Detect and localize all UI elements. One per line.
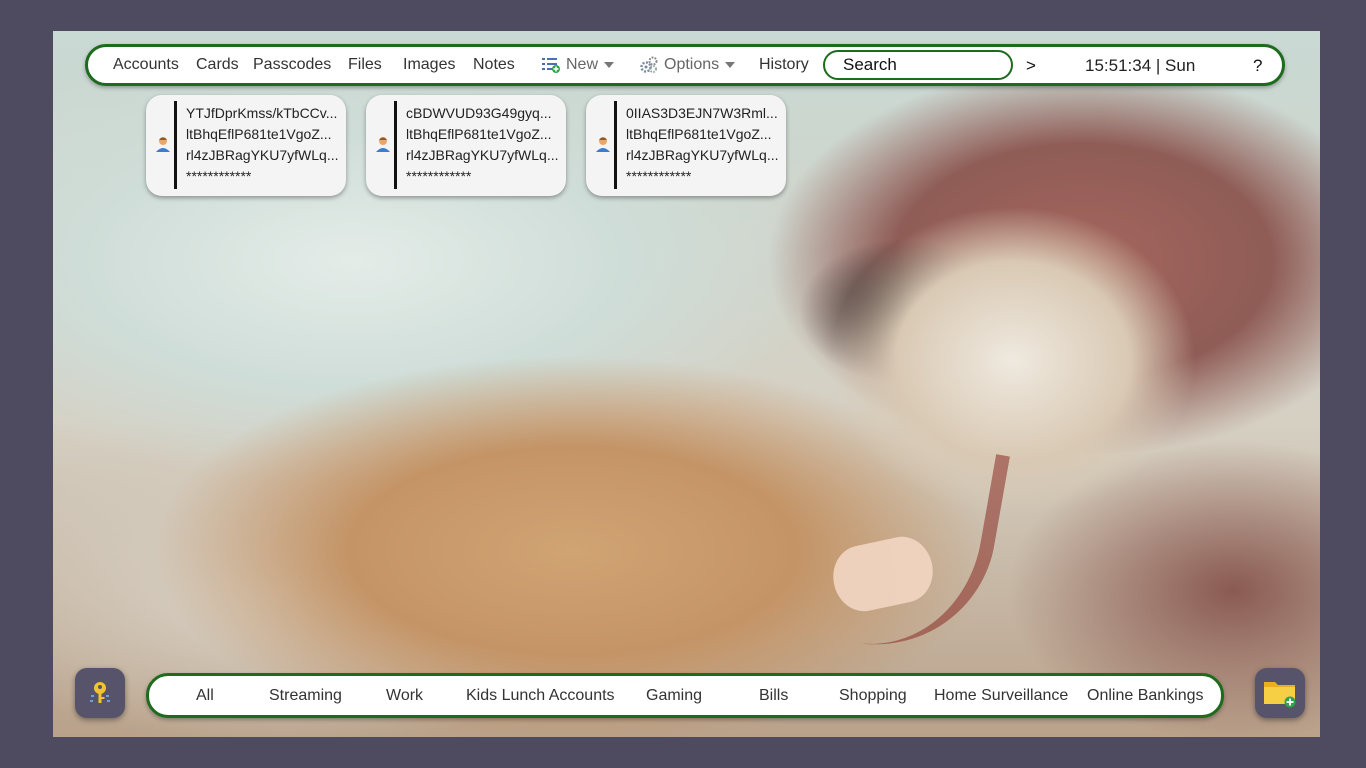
chevron-down-icon [725, 62, 736, 68]
list-add-icon [542, 57, 560, 73]
help-button[interactable]: ? [1253, 56, 1262, 76]
card-username: ltBhqEflP681te1VgoZ... [186, 126, 332, 142]
account-card[interactable]: cBDWVUD93G49gyq... ltBhqEflP681te1VgoZ..… [366, 95, 566, 196]
folder-add-icon [1264, 682, 1296, 708]
category-bills[interactable]: Bills [759, 687, 788, 705]
card-password: ************ [186, 168, 252, 184]
search-input[interactable] [823, 50, 1013, 80]
card-separator [614, 101, 617, 189]
card-separator [174, 101, 177, 189]
category-bar: All Streaming Work Kids Lunch Accounts G… [146, 673, 1224, 718]
nav-notes[interactable]: Notes [473, 56, 515, 74]
new-menu-button[interactable]: New [542, 56, 615, 74]
card-username: ltBhqEflP681te1VgoZ... [626, 126, 772, 142]
card-password: ************ [406, 168, 472, 184]
category-shopping[interactable]: Shopping [839, 687, 907, 705]
nav-cards[interactable]: Cards [196, 56, 239, 74]
card-separator [394, 101, 397, 189]
category-all[interactable]: All [196, 687, 214, 705]
category-work[interactable]: Work [386, 687, 423, 705]
gears-icon [640, 56, 658, 73]
category-streaming[interactable]: Streaming [269, 687, 342, 705]
user-avatar-icon [596, 137, 610, 152]
card-password: ************ [626, 168, 692, 184]
card-title: cBDWVUD93G49gyq... [406, 105, 552, 121]
account-card[interactable]: 0IIAS3D3EJN7W3Rml... ltBhqEflP681te1VgoZ… [586, 95, 786, 196]
category-online-bankings[interactable]: Online Bankings [1087, 687, 1204, 705]
category-kids-lunch-accounts[interactable]: Kids Lunch Accounts [466, 687, 615, 705]
category-home-surveillance[interactable]: Home Surveillance [934, 687, 1068, 705]
nav-accounts[interactable]: Accounts [113, 56, 179, 74]
user-avatar-icon [376, 137, 390, 152]
options-menu-label: Options [664, 56, 720, 74]
card-url: rl4zJBRagYKU7yfWLq... [406, 147, 559, 163]
nav-history[interactable]: History [759, 56, 809, 74]
category-gaming[interactable]: Gaming [646, 687, 702, 705]
card-url: rl4zJBRagYKU7yfWLq... [626, 147, 779, 163]
new-menu-label: New [566, 56, 599, 73]
nav-passcodes[interactable]: Passcodes [253, 56, 331, 74]
options-menu-button[interactable]: Options [640, 56, 736, 74]
passcode-key-button[interactable] [75, 668, 125, 718]
card-title: YTJfDprKmss/kTbCCv... [186, 105, 338, 121]
chevron-down-icon [604, 61, 615, 68]
search-go-button[interactable]: > [1026, 56, 1036, 76]
top-nav-bar: Accounts Cards Passcodes Files Images No… [85, 44, 1285, 86]
nav-files[interactable]: Files [348, 56, 382, 74]
card-username: ltBhqEflP681te1VgoZ... [406, 126, 552, 142]
account-card[interactable]: YTJfDprKmss/kTbCCv... ltBhqEflP681te1Vgo… [146, 95, 346, 196]
clock-display: 15:51:34 | Sun [1085, 56, 1196, 75]
add-folder-button[interactable] [1255, 668, 1305, 718]
card-title: 0IIAS3D3EJN7W3Rml... [626, 105, 778, 121]
key-icon [90, 682, 110, 703]
user-avatar-icon [156, 137, 170, 152]
card-url: rl4zJBRagYKU7yfWLq... [186, 147, 339, 163]
nav-images[interactable]: Images [403, 56, 455, 74]
